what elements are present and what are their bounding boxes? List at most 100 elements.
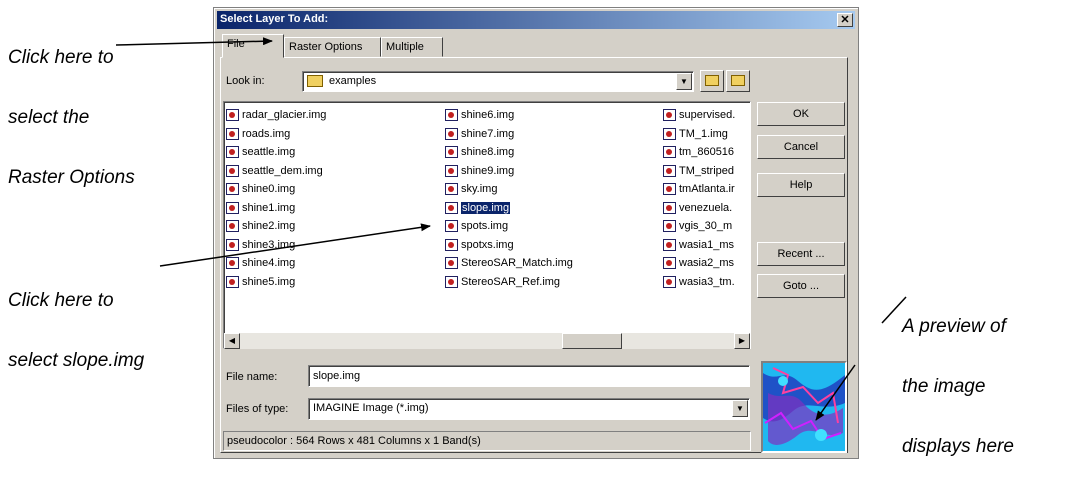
image-file-icon [445,238,458,251]
callout-line: Raster Options [8,167,135,188]
help-button[interactable]: Help [757,173,845,197]
list-item[interactable]: shine0.img [224,180,444,199]
tab-raster-options[interactable]: Raster Options [284,37,381,57]
status-bar: pseudocolor : 564 Rows x 481 Columns x 1… [223,431,751,451]
list-item[interactable]: spots.img [443,217,663,236]
list-item[interactable]: shine9.img [443,162,663,181]
list-item[interactable]: StereoSAR_Match.img [443,254,663,273]
cancel-button[interactable]: Cancel [757,135,845,159]
chevron-down-icon[interactable]: ▼ [732,400,748,417]
list-item[interactable]: TM_striped [661,162,750,181]
goto-button[interactable]: Goto ... [757,274,845,298]
callout-line: select the [8,107,90,128]
callout-preview: A preview of the image displays here [902,277,1014,477]
list-item[interactable]: tm_860516 [661,143,750,162]
title-bar[interactable]: Select Layer To Add: ✕ [217,11,855,29]
image-file-icon [663,275,676,288]
list-item[interactable]: StereoSAR_Ref.img [443,273,663,292]
image-file-icon [226,220,239,232]
list-item[interactable]: radar_glacier.img [224,106,444,125]
file-name-label: File name: [226,371,278,383]
list-item[interactable]: wasia1_ms [661,236,750,255]
scroll-right-icon[interactable]: ▶ [734,333,750,349]
callout-raster-options: Click here to select the Raster Options [8,8,135,208]
image-file-icon [663,164,676,177]
image-preview [761,361,847,453]
new-folder-icon [731,75,745,86]
list-item[interactable]: spotxs.img [443,236,663,255]
list-item-selected[interactable]: slope.img [443,199,663,218]
image-file-icon [663,109,676,121]
file-column: shine6.img shine7.img shine8.img shine9.… [443,106,663,291]
file-name-input[interactable]: slope.img [308,365,750,387]
list-item[interactable]: tmAtlanta.ir [661,180,750,199]
callout-line: displays here [902,436,1014,457]
up-folder-button[interactable] [700,70,724,92]
list-item[interactable]: shine5.img [224,273,444,292]
callout-line: the image [902,376,986,397]
look-in-label: Look in: [226,75,265,87]
list-item[interactable]: venezuela. [661,199,750,218]
chevron-down-icon[interactable]: ▼ [676,73,692,90]
scroll-left-icon[interactable]: ◀ [224,333,240,349]
image-file-icon [663,238,676,251]
image-file-icon [226,164,239,177]
image-file-icon [226,183,239,195]
ok-button[interactable]: OK [757,102,845,126]
image-file-icon [663,257,676,269]
image-file-icon [226,257,239,269]
preview-image [763,363,845,451]
new-folder-button[interactable] [726,70,750,92]
list-item[interactable]: seattle_dem.img [224,162,444,181]
callout-line: Click here to [8,290,114,311]
list-item[interactable]: shine1.img [224,199,444,218]
image-file-icon [226,275,239,288]
dialog-title: Select Layer To Add: [220,13,329,25]
image-file-icon [663,127,676,140]
image-file-icon [663,201,676,214]
list-item[interactable]: TM_1.img [661,125,750,144]
file-column: radar_glacier.img roads.img seattle.img … [224,106,444,291]
image-file-icon [445,257,458,269]
list-item[interactable]: vgis_30_m [661,217,750,236]
close-button[interactable]: ✕ [837,13,853,27]
file-type-select[interactable]: IMAGINE Image (*.img) ▼ [308,398,750,420]
image-file-icon [226,146,239,158]
list-item[interactable]: sky.img [443,180,663,199]
list-item[interactable]: supervised. [661,106,750,125]
image-file-icon [445,164,458,177]
callout-line: Click here to [8,47,114,68]
list-item[interactable]: shine8.img [443,143,663,162]
file-type-value: IMAGINE Image (*.img) [313,402,429,414]
list-item[interactable]: shine7.img [443,125,663,144]
file-column: supervised. TM_1.img tm_860516 TM_stripe… [661,106,750,292]
select-layer-dialog: Select Layer To Add: ✕ File Raster Optio… [213,7,859,459]
list-item[interactable]: shine3.img [224,236,444,255]
image-file-icon [445,146,458,158]
image-file-icon [663,146,676,158]
image-file-icon [445,220,458,232]
list-item[interactable]: wasia2_ms [661,254,750,273]
image-file-icon [663,220,676,232]
scroll-thumb[interactable] [562,333,622,349]
image-file-icon [445,109,458,121]
look-in-value: examples [329,75,377,87]
look-in-combo[interactable]: examples ▼ [302,71,694,92]
image-file-icon [663,183,676,195]
callout-line: A preview of [902,316,1006,337]
recent-button[interactable]: Recent ... [757,242,845,266]
list-item[interactable]: shine4.img [224,254,444,273]
tab-file[interactable]: File [222,34,284,58]
file-list[interactable]: radar_glacier.img roads.img seattle.img … [223,101,751,349]
list-item[interactable]: roads.img [224,125,444,144]
horizontal-scrollbar[interactable]: ◀ ▶ [224,333,750,349]
list-item[interactable]: shine6.img [443,106,663,125]
file-name-value: slope.img [313,370,361,382]
image-file-icon [445,201,458,214]
tab-multiple[interactable]: Multiple [381,37,443,57]
callout-slope: Click here to select slope.img [8,251,144,391]
list-item[interactable]: seattle.img [224,143,444,162]
list-item[interactable]: wasia3_tm. [661,273,750,292]
list-item[interactable]: shine2.img [224,217,444,236]
image-file-icon [445,275,458,288]
